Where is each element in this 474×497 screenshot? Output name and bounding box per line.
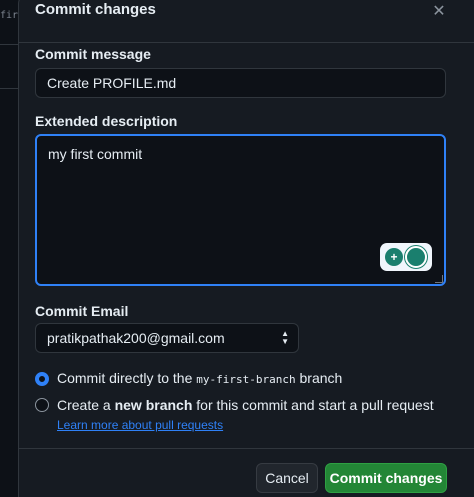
commit-message-input[interactable]: Create PROFILE.md	[35, 68, 446, 98]
option-text-suffix: branch	[295, 370, 343, 386]
option-commit-directly-text: Commit directly to the my-first-branch b…	[57, 370, 342, 386]
commit-email-select[interactable]: pratikpathak200@gmail.com ▲ ▼	[35, 323, 299, 353]
learn-more-link[interactable]: Learn more about pull requests	[57, 418, 223, 432]
chat-bubble-icon[interactable]	[405, 246, 427, 268]
option-commit-directly[interactable]: Commit directly to the my-first-branch b…	[35, 370, 342, 386]
resize-handle[interactable]	[435, 275, 443, 283]
dialog-footer-divider	[19, 448, 474, 449]
extended-description-label: Extended description	[35, 113, 178, 129]
extended-description-value: my first commit	[48, 146, 143, 162]
close-icon: ✕	[432, 3, 446, 20]
select-chevron-icon: ▲ ▼	[281, 329, 289, 346]
commit-changes-button[interactable]: Commit changes	[325, 463, 447, 493]
new-branch-bold: new branch	[114, 397, 193, 413]
plus-bulb-icon[interactable]: +	[385, 248, 403, 266]
dialog-title: Commit changes	[35, 1, 156, 18]
commit-message-label: Commit message	[35, 46, 151, 62]
background-code-snippet: fir	[0, 10, 19, 21]
option-new-branch[interactable]: Create a new branch for this commit and …	[35, 396, 445, 435]
option-text-middle: for this commit and start a pull request	[192, 397, 434, 413]
dialog-header: Commit changes ✕	[19, 0, 474, 43]
branch-name: my-first-branch	[196, 373, 296, 386]
option-text-prefix: Commit directly to the	[57, 370, 197, 386]
close-button[interactable]: ✕	[427, 0, 451, 23]
commit-message-value: Create PROFILE.md	[47, 75, 177, 91]
option-new-branch-text: Create a new branch for this commit and …	[57, 396, 445, 435]
commit-email-label: Commit Email	[35, 303, 129, 319]
cancel-button[interactable]: Cancel	[256, 463, 318, 493]
radio-commit-directly[interactable]	[35, 372, 49, 386]
commit-dialog: Commit changes ✕ Commit message Create P…	[18, 0, 474, 497]
commit-email-value: pratikpathak200@gmail.com	[47, 330, 225, 346]
extension-widget[interactable]: +	[380, 243, 432, 271]
option-text-prefix: Create a	[57, 397, 115, 413]
radio-new-branch[interactable]	[35, 398, 49, 412]
